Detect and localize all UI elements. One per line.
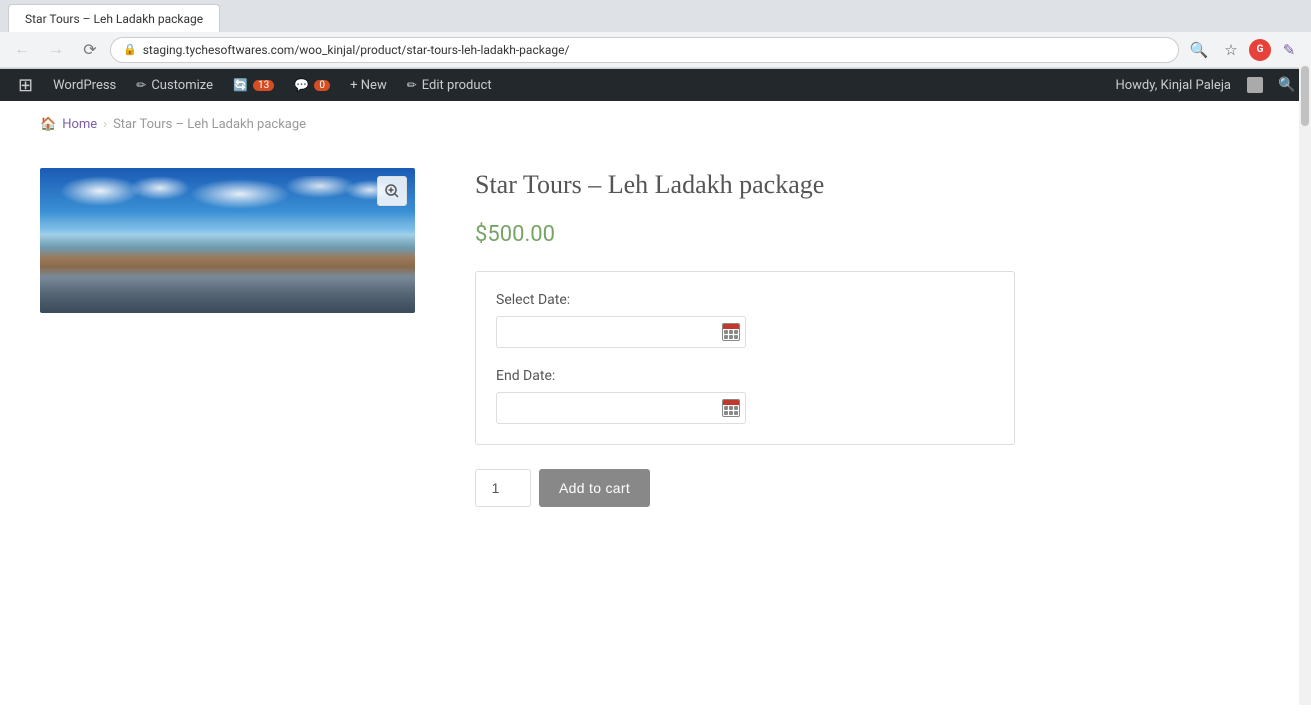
product-price: $500.00: [475, 222, 1271, 247]
end-date-input-wrapper: [496, 392, 994, 424]
end-date-picker-icon[interactable]: [716, 393, 746, 423]
calendar-icon-end: [722, 399, 740, 417]
quantity-input[interactable]: [475, 469, 531, 507]
comments-menu-item[interactable]: 💬 0: [284, 69, 340, 101]
select-date-input-wrapper: [496, 316, 994, 348]
edit-label: Edit product: [422, 78, 492, 93]
breadcrumb-separator: ›: [103, 117, 107, 132]
admin-bar-right: Howdy, Kinjal Paleja 🔍: [1107, 69, 1303, 101]
end-date-label: End Date:: [496, 368, 994, 384]
scrollbar-thumb[interactable]: [1301, 66, 1309, 126]
updates-menu-item[interactable]: 🔄 13: [223, 69, 284, 101]
wordpress-label: WordPress: [53, 78, 116, 93]
select-date-picker-icon[interactable]: [716, 317, 746, 347]
admin-avatar[interactable]: [1247, 77, 1263, 93]
url-text: staging.tychesoftwares.com/woo_kinjal/pr…: [143, 43, 570, 57]
end-date-input[interactable]: [496, 392, 746, 424]
select-date-label: Select Date:: [496, 292, 994, 308]
back-button[interactable]: ←: [8, 36, 36, 64]
updates-badge: 13: [253, 80, 274, 91]
browser-toolbar-icons: 🔍 ☆ G ✎: [1185, 36, 1303, 64]
pen-extension-icon[interactable]: ✎: [1275, 36, 1303, 64]
forward-button[interactable]: →: [42, 36, 70, 64]
select-date-group: Select Date:: [496, 292, 994, 348]
product-layout: Star Tours – Leh Ladakh package $500.00 …: [0, 148, 1311, 547]
new-label: + New: [350, 78, 387, 93]
scrollbar[interactable]: [1299, 64, 1311, 705]
select-date-input[interactable]: [496, 316, 746, 348]
home-icon: 🏠: [40, 117, 56, 132]
reload-button[interactable]: ⟳: [76, 36, 104, 64]
howdy-text: Howdy, Kinjal Paleja: [1107, 78, 1239, 93]
profile-avatar[interactable]: G: [1249, 39, 1271, 61]
comments-badge: 0: [314, 80, 330, 91]
star-button[interactable]: ☆: [1217, 36, 1245, 64]
browser-toolbar: ← → ⟳ 🔒 staging.tychesoftwares.com/woo_k…: [0, 32, 1311, 68]
wp-logo-icon: ⊞: [18, 75, 33, 96]
add-to-cart-area: Add to cart: [475, 469, 1271, 507]
date-fields-box: Select Date:: [475, 271, 1015, 445]
customize-icon: ✏: [136, 78, 146, 92]
zoom-icon: [385, 184, 399, 198]
customize-label: Customize: [151, 78, 213, 93]
product-image-bg: [40, 168, 415, 313]
page-wrapper: 🏠 Home › Star Tours – Leh Ladakh package: [0, 101, 1311, 721]
browser-tabs: Star Tours – Leh Ladakh package: [0, 0, 1311, 32]
wp-admin-bar: ⊞ WordPress ✏ Customize 🔄 13 💬 0 + New ✏…: [0, 69, 1311, 101]
tab-title: Star Tours – Leh Ladakh package: [25, 12, 203, 26]
calendar-icon-select: [722, 323, 740, 341]
address-bar[interactable]: 🔒 staging.tychesoftwares.com/woo_kinjal/…: [110, 37, 1179, 63]
lock-icon: 🔒: [123, 43, 137, 56]
zoom-button[interactable]: 🔍: [1185, 36, 1213, 64]
comments-icon: 💬: [294, 78, 309, 92]
edit-product-menu-item[interactable]: ✏ Edit product: [397, 69, 502, 101]
customize-menu-item[interactable]: ✏ Customize: [126, 69, 223, 101]
product-image-wrapper: [40, 168, 415, 313]
wp-logo-item[interactable]: ⊞: [8, 69, 43, 101]
breadcrumb-home-link[interactable]: Home: [62, 117, 97, 132]
browser-chrome: Star Tours – Leh Ladakh package ← → ⟳ 🔒 …: [0, 0, 1311, 69]
wordpress-menu-item[interactable]: WordPress: [43, 69, 126, 101]
add-to-cart-button[interactable]: Add to cart: [539, 469, 650, 507]
updates-icon: 🔄: [233, 78, 248, 92]
breadcrumb-current: Star Tours – Leh Ladakh package: [113, 117, 306, 132]
product-title: Star Tours – Leh Ladakh package: [475, 168, 1271, 202]
breadcrumb: 🏠 Home › Star Tours – Leh Ladakh package: [0, 101, 1311, 148]
product-details: Star Tours – Leh Ladakh package $500.00 …: [475, 168, 1271, 507]
zoom-image-button[interactable]: [377, 176, 407, 206]
product-image: [40, 168, 415, 313]
new-menu-item[interactable]: + New: [340, 69, 397, 101]
end-date-group: End Date:: [496, 368, 994, 424]
edit-icon: ✏: [407, 78, 417, 92]
browser-tab-active[interactable]: Star Tours – Leh Ladakh package: [8, 4, 220, 32]
